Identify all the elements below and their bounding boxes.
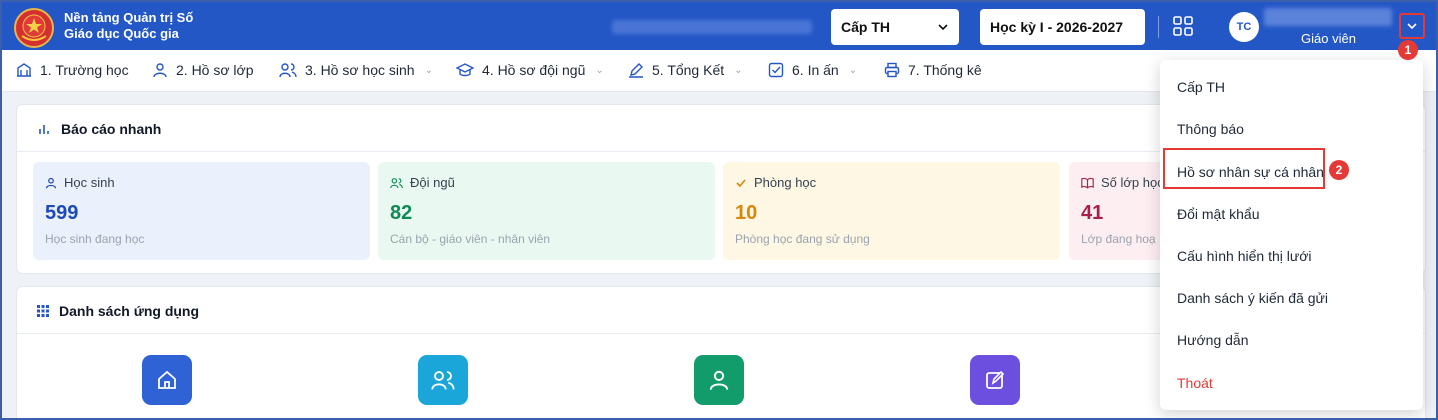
stat-value: 41 [1081, 202, 1104, 224]
chevron-down-icon [1407, 23, 1417, 30]
pen-icon [629, 63, 643, 78]
menu-label: 6. In ấn [792, 62, 839, 78]
app-tile-school[interactable] [142, 355, 192, 405]
user-menu-toggle[interactable] [1399, 13, 1425, 39]
check-icon [736, 178, 746, 187]
stat-doi-ngu[interactable]: Đội ngũ 82 Cán bộ - giáo viên - nhân viê… [378, 162, 715, 260]
avatar[interactable]: TC [1229, 12, 1259, 42]
card-header: Báo cáo nhanh [37, 121, 161, 137]
users-icon [431, 371, 455, 390]
stat-label: Phòng học [754, 175, 817, 190]
brand-line-1: Nền tảng Quản trị Số [64, 10, 194, 25]
menu-item-thong-bao[interactable]: Thông báo [1177, 121, 1244, 137]
stat-so-lop-hoc[interactable]: Số lớp học 41 Lớp đang hoạ [1069, 162, 1169, 260]
stat-header: Số lớp học [1081, 175, 1164, 190]
stat-subtitle: Cán bộ - giáo viên - nhân viên [390, 232, 551, 246]
stat-phong-hoc[interactable]: Phòng học 10 Phòng học đang sử dụng [723, 162, 1060, 260]
chevron-down-icon: ⌄ [848, 64, 858, 76]
menu-item-tong-ket[interactable]: 5. Tổng Kết ⌄ [628, 62, 743, 78]
brand-line-2: Giáo dục Quốc gia [64, 26, 179, 41]
menu-item-huong-dan[interactable]: Hướng dẫn [1177, 332, 1248, 348]
user-icon [709, 370, 729, 390]
user-icon [153, 63, 167, 78]
grid-icon [37, 305, 49, 317]
menu-item-doi-mat-khau[interactable]: Đổi mật khẩu [1177, 206, 1259, 222]
app-tile-edit[interactable] [970, 355, 1020, 405]
stat-subtitle: Lớp đang hoạ [1081, 232, 1156, 246]
stat-header: Đội ngũ [390, 175, 455, 190]
stat-subtitle: Học sinh đang học [45, 232, 145, 246]
printer-icon [884, 62, 900, 78]
stat-subtitle: Phòng học đang sử dụng [735, 232, 870, 246]
brand-title: Nền tảng Quản trị Số Giáo dục Quốc gia [64, 10, 193, 42]
school-name-redacted [612, 20, 812, 34]
stat-header: Phòng học [735, 175, 816, 190]
menu-item-truong-hoc[interactable]: 1. Trường học [16, 62, 129, 78]
menu-item-thoat[interactable]: Thoát [1177, 375, 1213, 391]
app-tile-student[interactable] [694, 355, 744, 405]
app-tile-staff[interactable] [418, 355, 468, 405]
menu-item-ho-so-hoc-sinh[interactable]: 3. Hồ sơ học sinh ⌄ [279, 62, 433, 78]
chevron-down-icon [938, 24, 948, 31]
card-title: Báo cáo nhanh [61, 121, 162, 137]
stat-label: Số lớp học [1101, 175, 1164, 190]
header-divider [1158, 16, 1159, 38]
users-icon [279, 63, 297, 78]
menu-item-ho-so-doi-ngu[interactable]: 4. Hồ sơ đội ngũ ⌄ [456, 62, 604, 78]
school-icon [17, 63, 31, 77]
national-emblem-logo[interactable] [14, 8, 54, 48]
menu-item-danh-sach-y-kien[interactable]: Danh sách ý kiến đã gửi [1177, 290, 1328, 306]
stat-label: Học sinh [64, 175, 115, 190]
menu-label: 5. Tổng Kết [652, 62, 725, 78]
stat-hoc-sinh[interactable]: Học sinh 599 Học sinh đang học [33, 162, 370, 260]
stat-value: 82 [390, 202, 413, 224]
bar-chart-icon [39, 125, 49, 134]
home-icon [158, 370, 176, 389]
card-title: Danh sách ứng dụng [59, 303, 200, 319]
menu-label: 3. Hồ sơ học sinh [305, 62, 415, 78]
menu-item-in-an[interactable]: 6. In ấn ⌄ [768, 62, 857, 78]
user-name-redacted [1264, 8, 1392, 26]
apps-grid-icon[interactable] [1172, 15, 1194, 37]
term-select[interactable]: Học kỳ I - 2026-2027 [980, 9, 1145, 45]
edit-icon [986, 370, 1005, 389]
menu-item-cau-hinh-luoi[interactable]: Cấu hình hiển thị lưới [1177, 248, 1312, 264]
menu-item-ho-so-lop[interactable]: 2. Hồ sơ lớp [152, 62, 254, 78]
menu-label: 1. Trường học [40, 62, 129, 78]
highlight-box-ho-so-nhan-su [1163, 148, 1325, 189]
chevron-down-icon: ⌄ [734, 64, 743, 76]
card-header: Danh sách ứng dụng [37, 303, 199, 319]
menu-item-thong-ke[interactable]: 7. Thống kê [884, 62, 982, 78]
user-role: Giáo viên [1301, 31, 1356, 46]
user-dropdown-menu: Cấp TH Thông báo Hồ sơ nhân sự cá nhân Đ… [1160, 60, 1423, 410]
user-icon [45, 177, 57, 188]
step-badge-1: 1 [1398, 40, 1418, 60]
chevron-down-icon: ⌄ [424, 64, 433, 76]
checkbox-icon [768, 62, 784, 78]
top-header: Nền tảng Quản trị Số Giáo dục Quốc gia C… [2, 2, 1436, 50]
level-select-value: Cấp TH [841, 19, 890, 35]
level-select[interactable]: Cấp TH [831, 9, 959, 45]
menu-label: 2. Hồ sơ lớp [176, 62, 254, 78]
graduation-cap-icon [456, 63, 474, 77]
stat-label: Đội ngũ [410, 175, 455, 190]
chevron-down-icon: ⌄ [595, 64, 604, 76]
stat-value: 599 [45, 202, 79, 224]
book-icon [1081, 177, 1094, 189]
stat-value: 10 [735, 202, 758, 224]
menu-label: 7. Thống kê [908, 62, 982, 78]
menu-item-cap-th[interactable]: Cấp TH [1177, 79, 1225, 95]
users-icon [390, 177, 403, 188]
stat-header: Học sinh [45, 175, 115, 190]
step-badge-2: 2 [1329, 160, 1349, 180]
term-select-value: Học kỳ I - 2026-2027 [990, 19, 1124, 35]
menu-label: 4. Hồ sơ đội ngũ [482, 62, 586, 78]
